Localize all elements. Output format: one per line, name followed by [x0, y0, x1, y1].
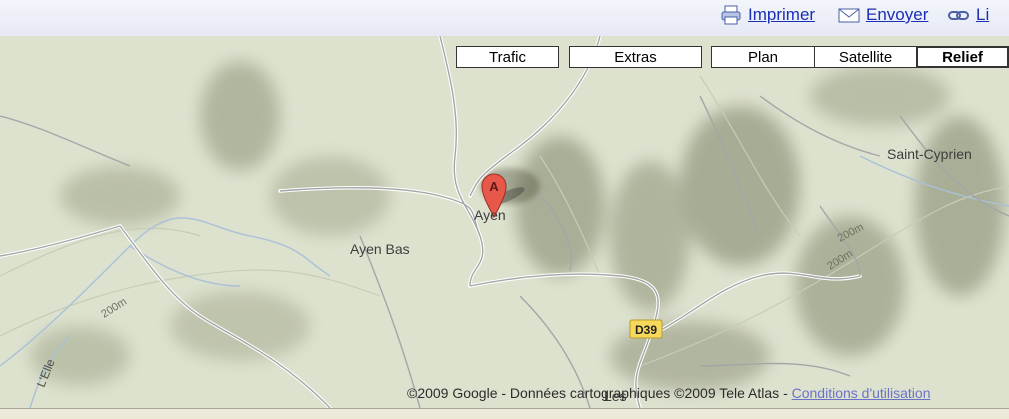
map-type-extras-button[interactable]: Extras	[569, 46, 702, 68]
marker-letter: A	[489, 179, 499, 194]
print-label[interactable]: Imprimer	[748, 5, 815, 25]
printer-icon	[721, 5, 741, 25]
print-link[interactable]: Imprimer	[720, 2, 815, 28]
place-label-ayen: Ayen	[474, 207, 506, 223]
browser-status-bar	[0, 408, 1009, 419]
envelope-icon	[838, 8, 860, 23]
send-label[interactable]: Envoyer	[866, 5, 928, 25]
terms-link[interactable]: Conditions d'utilisation	[792, 385, 931, 401]
place-label-ayen-bas: Ayen Bas	[350, 241, 410, 257]
send-link[interactable]: Envoyer	[838, 2, 928, 28]
link-link[interactable]: Li	[948, 2, 989, 28]
map-type-traffic-button[interactable]: Trafic	[456, 46, 559, 68]
chain-link-icon	[948, 11, 969, 20]
map-type-relief-button[interactable]: Relief	[916, 46, 1009, 68]
map-type-plan-button[interactable]: Plan	[711, 46, 815, 68]
link-label[interactable]: Li	[976, 5, 989, 25]
map-toolbar: Imprimer Envoyer Li	[0, 0, 1009, 37]
map-canvas[interactable]: A 200m 200m 200m L'Elle D39 Ayen Ayen Ba…	[0, 36, 1009, 408]
map-copyright: ©2009 Google - Données cartographiques ©…	[407, 385, 931, 401]
place-label-saint-cyprien: Saint-Cyprien	[887, 146, 972, 162]
map-type-satellite-button[interactable]: Satellite	[814, 46, 917, 68]
svg-text:D39: D39	[635, 323, 657, 337]
road-label-d39: D39	[629, 319, 663, 339]
copyright-text: ©2009 Google - Données cartographiques ©…	[407, 385, 792, 401]
